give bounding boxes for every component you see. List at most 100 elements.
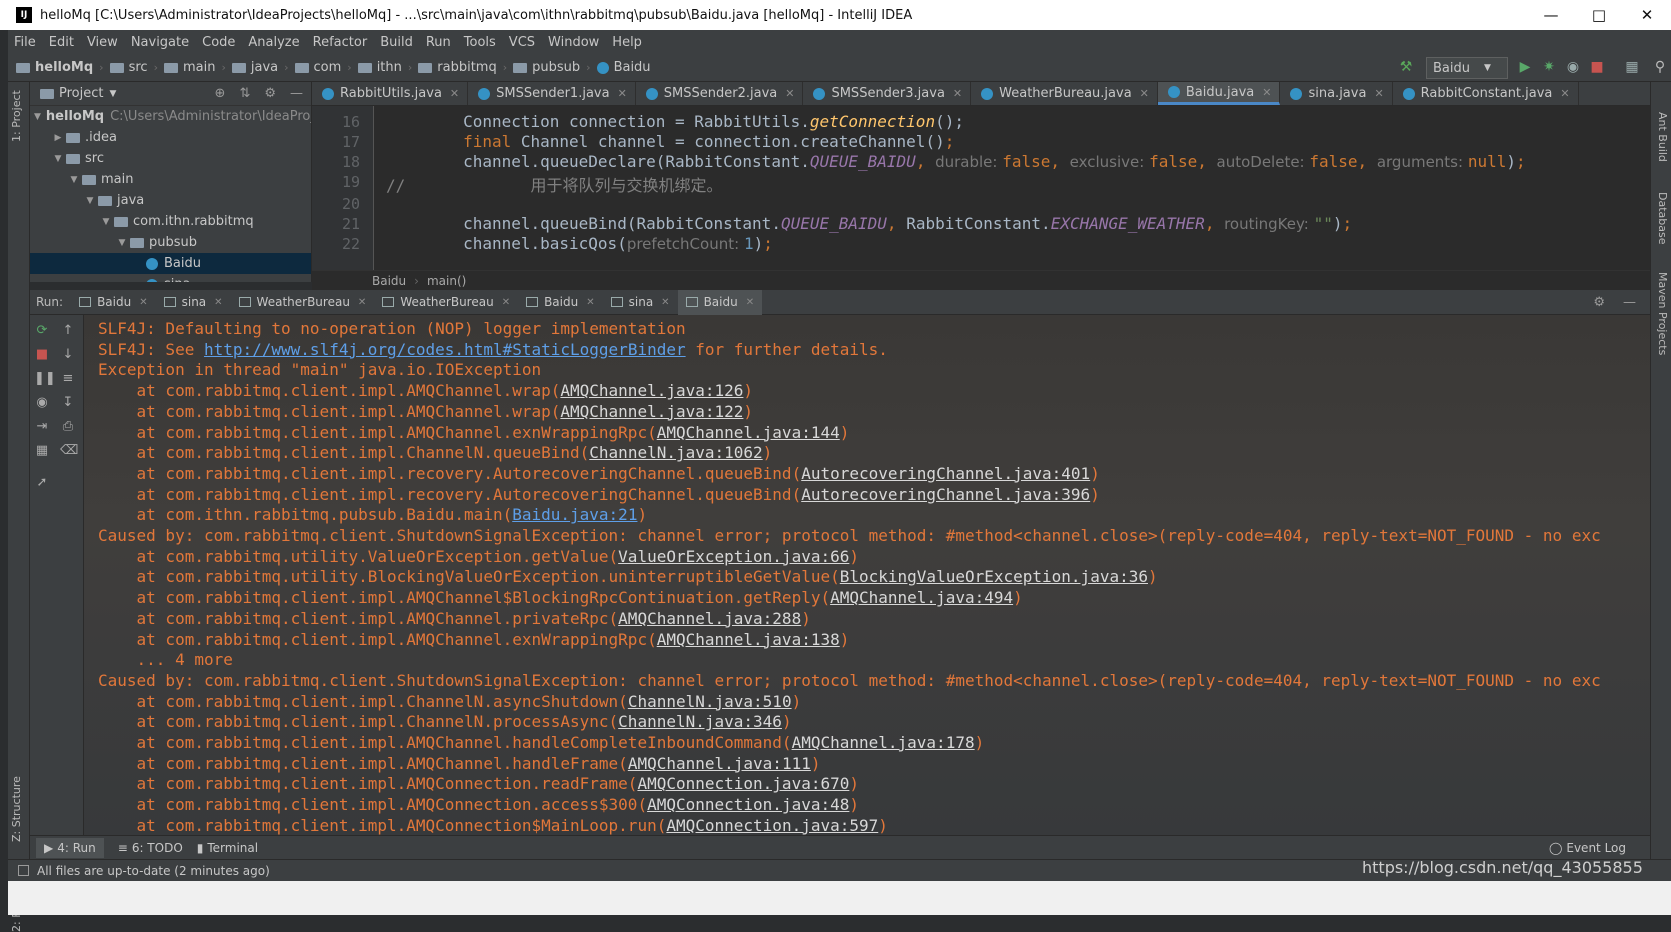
editor-tab[interactable]: Baidu.java ✕ [1157, 82, 1281, 105]
stacktrace-link[interactable]: BlockingValueOrException.java:36 [840, 567, 1148, 586]
editor-tab[interactable]: WeatherBureau.java ✕ [971, 82, 1158, 105]
crumb-ithn[interactable]: ithn [357, 60, 402, 75]
tool-tab-structure[interactable]: Z: Structure [10, 776, 23, 842]
pin-icon[interactable]: ➚ [34, 475, 50, 491]
stacktrace-link[interactable]: ChannelN.java:346 [618, 712, 782, 731]
close-tab-icon[interactable]: ✕ [450, 87, 459, 100]
tree-node[interactable]: sina [30, 274, 311, 282]
crumb-com[interactable]: com [294, 60, 341, 75]
close-tab-icon[interactable]: ✕ [502, 297, 510, 308]
hide-panel-icon[interactable]: — [1623, 295, 1636, 310]
tree-node[interactable]: ▼ src [30, 148, 311, 169]
soft-wrap-icon[interactable]: ≡ [60, 371, 76, 387]
crumb-main[interactable]: main [163, 60, 215, 75]
tool-tab-event-log[interactable]: ◯ Event Log [1549, 841, 1626, 855]
crumb-pubsub[interactable]: pubsub [513, 60, 580, 75]
menu-help[interactable]: Help [612, 35, 642, 50]
menu-build[interactable]: Build [380, 35, 413, 50]
stacktrace-link[interactable]: AutorecoveringChannel.java:401 [801, 464, 1090, 483]
tree-node[interactable]: ▼ com.ithn.rabbitmq [30, 211, 311, 232]
menu-vcs[interactable]: VCS [509, 35, 535, 50]
layout-icon[interactable]: ▦ [34, 443, 50, 459]
close-tab-icon[interactable]: ✕ [1374, 87, 1383, 100]
stacktrace-link[interactable]: AMQChannel.java:288 [618, 609, 801, 628]
console-hyperlink[interactable]: Baidu.java:21 [512, 505, 637, 524]
camera-dump-icon[interactable]: ◉ [34, 395, 50, 411]
editor-tab[interactable]: RabbitConstant.java ✕ [1393, 82, 1579, 105]
debug-bug-icon[interactable]: ✷ [1541, 59, 1557, 75]
breadcrumb-class[interactable]: Baidu [372, 274, 406, 288]
stacktrace-link[interactable]: ChannelN.java:1062 [589, 443, 762, 462]
build-hammer-icon[interactable]: ⚒ [1398, 59, 1414, 75]
tree-node[interactable]: Baidu [30, 253, 311, 274]
pause-icon[interactable]: ❚❚ [34, 371, 56, 387]
tool-tab-todo[interactable]: ≡ 6: TODO [118, 841, 183, 855]
coverage-icon[interactable]: ◉ [1565, 59, 1581, 75]
stacktrace-link[interactable]: ValueOrException.java:66 [618, 547, 849, 566]
menu-edit[interactable]: Edit [49, 35, 74, 50]
stacktrace-link[interactable]: AMQChannel.java:122 [560, 402, 743, 421]
collapse-all-icon[interactable]: ⇅ [239, 86, 250, 101]
tree-node[interactable]: ▼ pubsub [30, 232, 311, 253]
editor-tab[interactable]: sina.java ✕ [1280, 82, 1393, 105]
menu-file[interactable]: File [14, 35, 36, 50]
expand-arrow-icon[interactable]: ▼ [50, 154, 66, 164]
scroll-to-end-icon[interactable]: ↧ [60, 395, 76, 411]
close-tab-icon[interactable]: ✕ [661, 297, 669, 308]
crumb-src[interactable]: src [109, 60, 148, 75]
tree-node[interactable]: ▼ helloMq C:\Users\Administrator\IdeaProj [30, 106, 311, 127]
editor-tab[interactable]: RabbitUtils.java ✕ [312, 82, 469, 105]
down-arrow-icon[interactable]: ↓ [60, 347, 76, 363]
project-panel-title[interactable]: Project [59, 86, 103, 101]
close-tab-icon[interactable]: ✕ [785, 87, 794, 100]
run-tab[interactable]: WeatherBureau ✕ [374, 290, 518, 315]
stacktrace-link[interactable]: AMQChannel.java:111 [628, 754, 811, 773]
close-tab-icon[interactable]: ✕ [1140, 87, 1149, 100]
project-structure-icon[interactable]: ▦ [1624, 59, 1640, 75]
run-tab[interactable]: sina ✕ [603, 290, 678, 315]
code-editor[interactable]: 16 17 18 19 20 21 22 Connection connecti… [312, 106, 1650, 270]
expand-arrow-icon[interactable]: ▼ [82, 196, 98, 206]
stacktrace-link[interactable]: AMQChannel.java:178 [792, 733, 975, 752]
search-everywhere-icon[interactable]: ⚲ [1652, 59, 1668, 75]
menu-navigate[interactable]: Navigate [131, 35, 189, 50]
menu-analyze[interactable]: Analyze [248, 35, 299, 50]
run-tab[interactable]: sina ✕ [156, 290, 231, 315]
close-tab-icon[interactable]: ✕ [358, 297, 366, 308]
run-configuration-select[interactable]: Baidu ▼ [1426, 57, 1508, 79]
close-tab-icon[interactable]: ✕ [953, 87, 962, 100]
tree-node[interactable]: ▼ main [30, 169, 311, 190]
run-play-icon[interactable]: ▶ [1517, 59, 1533, 75]
run-console-output[interactable]: SLF4J: Defaulting to no-operation (NOP) … [84, 315, 1650, 835]
rerun-icon[interactable]: ⟳ [34, 323, 50, 339]
stacktrace-link[interactable]: AutorecoveringChannel.java:396 [801, 485, 1090, 504]
close-tab-icon[interactable]: ✕ [1560, 87, 1569, 100]
maximize-button[interactable]: □ [1575, 0, 1623, 30]
expand-arrow-icon[interactable]: ▼ [34, 112, 41, 122]
stacktrace-link[interactable]: AMQChannel.java:126 [560, 381, 743, 400]
stop-icon[interactable]: ■ [1589, 59, 1605, 75]
gear-icon[interactable]: ⚙ [264, 86, 276, 101]
editor-tab[interactable]: SMSSender1.java ✕ [468, 82, 636, 105]
up-arrow-icon[interactable]: ↑ [60, 323, 76, 339]
trash-icon[interactable]: ⌫ [60, 443, 78, 459]
hide-panel-icon[interactable]: — [290, 86, 303, 101]
print-icon[interactable]: ⎙ [60, 419, 76, 435]
menu-window[interactable]: Window [548, 35, 599, 50]
close-tab-icon[interactable]: ✕ [618, 87, 627, 100]
tool-tab-run[interactable]: ▶ 4: Run [36, 837, 104, 858]
run-tab[interactable]: Baidu ✕ [677, 289, 763, 315]
tool-windows-toggle-icon[interactable] [18, 865, 29, 876]
menu-view[interactable]: View [87, 35, 118, 50]
expand-arrow-icon[interactable]: ▼ [66, 175, 82, 185]
tree-node[interactable]: ▼ java [30, 190, 311, 211]
gear-icon[interactable]: ⚙ [1593, 295, 1605, 310]
close-tab-icon[interactable]: ✕ [139, 297, 147, 308]
locate-target-icon[interactable]: ⊕ [215, 86, 226, 101]
tool-tab-database[interactable]: Database [1656, 192, 1669, 245]
stacktrace-link[interactable]: AMQChannel.java:144 [657, 423, 840, 442]
run-tab[interactable]: WeatherBureau ✕ [231, 290, 375, 315]
expand-arrow-icon[interactable]: ▶ [50, 133, 66, 143]
minimize-button[interactable]: — [1527, 0, 1575, 30]
expand-arrow-icon[interactable]: ▼ [98, 217, 114, 227]
